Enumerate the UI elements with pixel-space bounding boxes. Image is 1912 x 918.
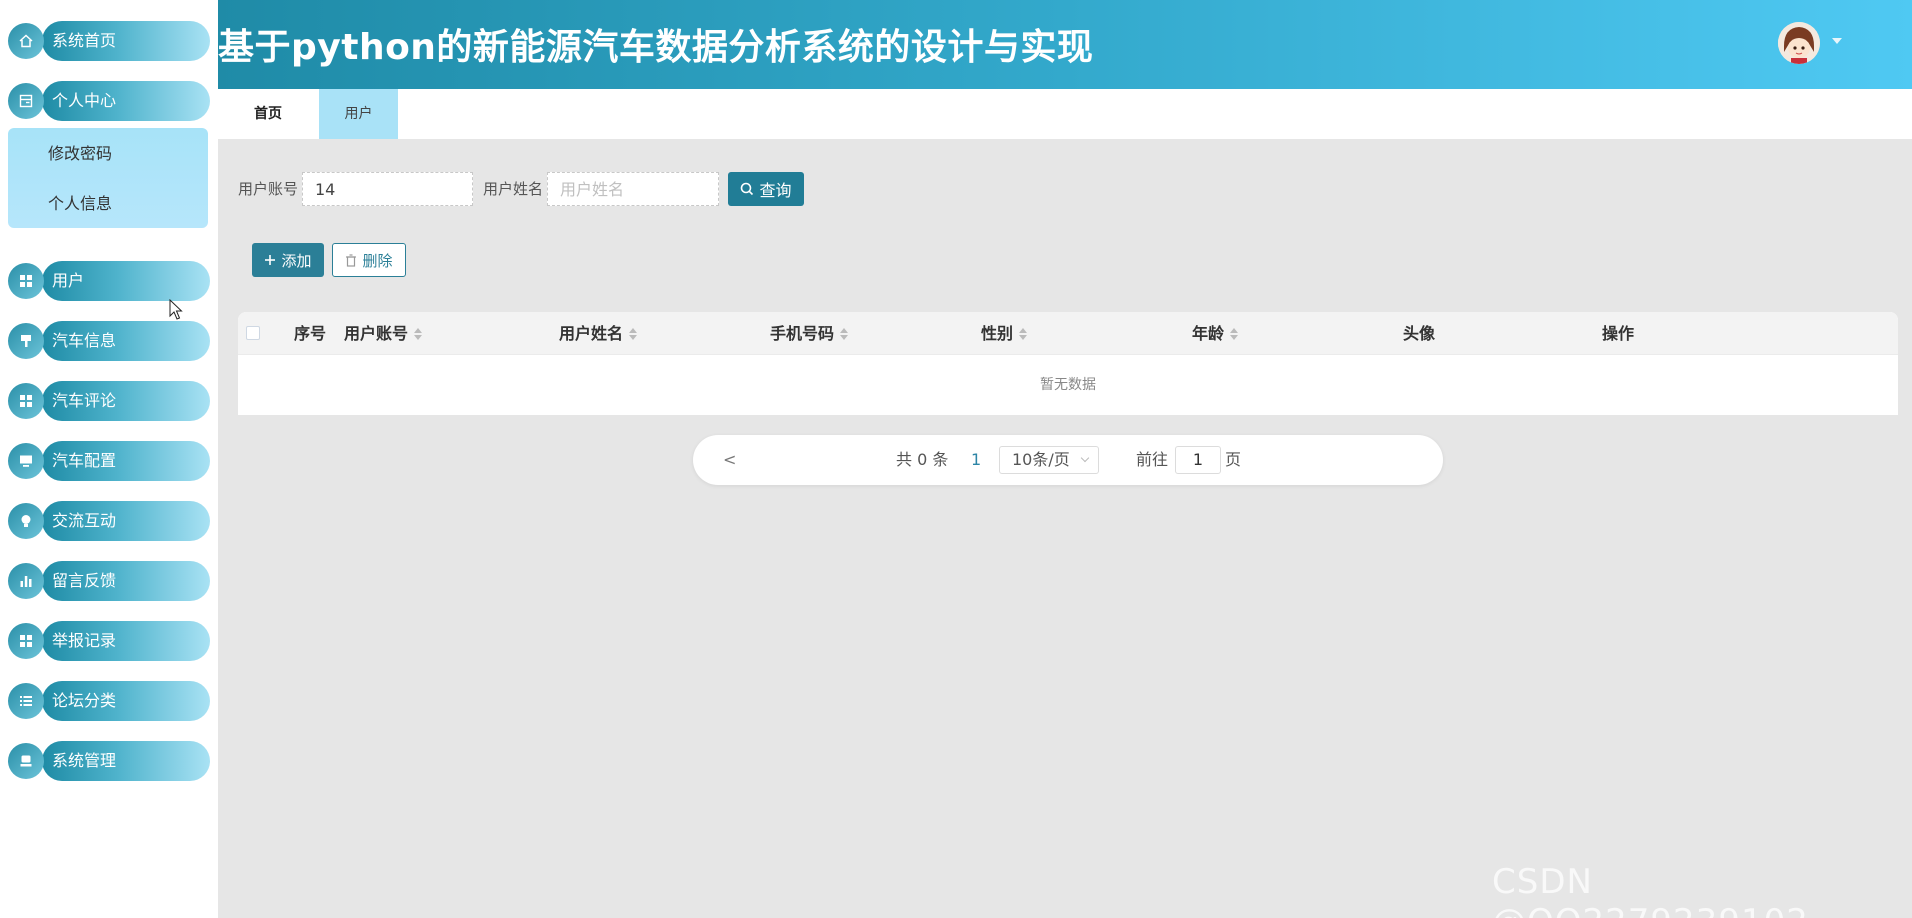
sidebar-item-label: 汽车评论: [52, 391, 117, 410]
pagination: < 共 0 条 1 10条/页 前往 1 页: [693, 435, 1443, 485]
profile-icon: [8, 83, 44, 119]
page-unit-label: 页: [1225, 450, 1242, 469]
list-icon: [8, 683, 44, 719]
app-title: 基于python的新能源汽车数据分析系统的设计与实现: [218, 27, 1094, 68]
sidebar-item-label: 系统首页: [52, 31, 117, 50]
sidebar-item-users[interactable]: 用户: [8, 261, 210, 301]
bulb-icon: [8, 503, 44, 539]
plus-icon: [265, 255, 276, 265]
sidebar-item-label: 个人中心: [52, 91, 117, 110]
sidebar-item-interaction[interactable]: 交流互动: [8, 501, 210, 541]
sidebar-item-label: 汽车配置: [52, 451, 117, 470]
select-all-checkbox[interactable]: [246, 326, 260, 340]
sidebar-item-reports[interactable]: 举报记录: [8, 621, 210, 661]
bar-chart-icon: [8, 563, 44, 599]
avatar[interactable]: [1778, 22, 1820, 64]
sidebar-item-home[interactable]: 系统首页: [8, 21, 210, 61]
search-button-label: 查询: [759, 181, 792, 200]
table-header: 序号 用户账号 用户姓名 手机号码 性别 年龄 头像 操作: [238, 312, 1898, 355]
sidebar-item-label: 论坛分类: [52, 691, 117, 710]
search-button[interactable]: 查询: [728, 172, 804, 206]
watermark: CSDN @QQ2279239102: [1492, 862, 1808, 918]
account-input[interactable]: [302, 172, 473, 206]
trash-icon: [346, 253, 357, 267]
name-input[interactable]: [547, 172, 719, 206]
sidebar-item-personal-center[interactable]: 个人中心: [8, 81, 210, 121]
sidebar-item-label: 留言反馈: [52, 571, 117, 590]
page-size-select[interactable]: 10条/页: [999, 446, 1099, 474]
sort-icon: [629, 327, 638, 340]
column-header-name[interactable]: 用户姓名: [559, 312, 638, 355]
sidebar-item-forum-categories[interactable]: 论坛分类: [8, 681, 210, 721]
add-button[interactable]: 添加: [252, 243, 324, 277]
sidebar-item-label: 系统管理: [52, 751, 117, 770]
total-count: 共 0 条: [896, 450, 949, 469]
home-icon: [8, 23, 44, 59]
column-header-phone[interactable]: 手机号码: [770, 312, 849, 355]
goto-page-input[interactable]: 1: [1175, 446, 1221, 474]
delete-button[interactable]: 删除: [332, 243, 406, 277]
delete-button-label: 删除: [362, 251, 393, 270]
chevron-down-icon: [1080, 453, 1090, 463]
users-table: 序号 用户账号 用户姓名 手机号码 性别 年龄 头像 操作 暂无数据: [238, 312, 1898, 415]
name-label: 用户姓名: [483, 180, 544, 198]
account-label: 用户账号: [238, 180, 299, 198]
page-number[interactable]: 1: [971, 435, 981, 485]
prev-page-button[interactable]: <: [723, 435, 736, 485]
tab-users[interactable]: 用户: [319, 89, 398, 139]
search-icon: [741, 182, 754, 196]
sort-icon: [1230, 327, 1239, 340]
sidebar-item-label: 交流互动: [52, 511, 117, 530]
submenu-item-change-password[interactable]: 修改密码: [48, 139, 112, 169]
chevron-down-icon[interactable]: [1832, 38, 1842, 44]
sidebar: 系统首页 个人中心 修改密码 个人信息 用户 汽车信息 汽车评论 汽车配置 交流…: [0, 0, 218, 918]
sidebar-item-car-config[interactable]: 汽车配置: [8, 441, 210, 481]
column-header-actions: 操作: [1602, 324, 1635, 343]
add-button-label: 添加: [281, 251, 312, 270]
monitor-icon: [8, 443, 44, 479]
stamp-icon: [8, 743, 44, 779]
sidebar-item-label: 举报记录: [52, 631, 117, 650]
sidebar-item-label: 汽车信息: [52, 331, 117, 350]
sort-icon: [414, 327, 423, 340]
empty-state-text: 暂无数据: [1040, 377, 1096, 393]
grid-icon: [8, 263, 44, 299]
submenu-item-personal-info[interactable]: 个人信息: [48, 189, 112, 219]
tab-home[interactable]: 首页: [218, 89, 318, 139]
column-header-account[interactable]: 用户账号: [344, 312, 423, 355]
grid-icon: [8, 623, 44, 659]
tab-bar: 首页 用户: [218, 89, 1912, 139]
goto-label: 前往: [1136, 450, 1169, 469]
sort-icon: [840, 327, 849, 340]
personal-center-submenu: 修改密码 个人信息: [8, 128, 208, 228]
column-header-gender[interactable]: 性别: [981, 312, 1028, 355]
sidebar-item-car-comments[interactable]: 汽车评论: [8, 381, 210, 421]
grid-icon: [8, 383, 44, 419]
sidebar-item-system-management[interactable]: 系统管理: [8, 741, 210, 781]
sidebar-item-feedback[interactable]: 留言反馈: [8, 561, 210, 601]
mouse-cursor-icon: [169, 299, 183, 320]
sidebar-item-car-info[interactable]: 汽车信息: [8, 321, 210, 361]
column-header-avatar: 头像: [1403, 324, 1436, 343]
column-header-age[interactable]: 年龄: [1192, 312, 1239, 355]
sort-icon: [1019, 327, 1028, 340]
column-header-index: 序号: [294, 324, 327, 343]
header-bar: 基于python的新能源汽车数据分析系统的设计与实现: [218, 0, 1912, 89]
sidebar-item-label: 用户: [52, 271, 85, 290]
page-size-value: 10条/页: [1012, 450, 1070, 469]
brush-icon: [8, 323, 44, 359]
